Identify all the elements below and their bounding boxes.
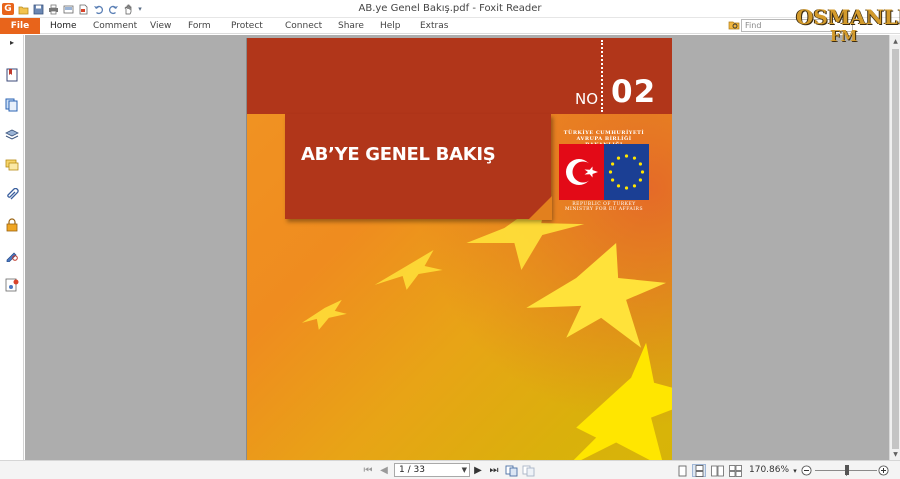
- facing-view-icon[interactable]: [710, 464, 724, 477]
- tab-file[interactable]: File: [0, 18, 40, 34]
- page-number-display: 1 / 33: [399, 465, 425, 475]
- watermark-line2: FM: [830, 27, 858, 45]
- dotted-divider: [601, 40, 603, 112]
- continuous-view-icon[interactable]: [692, 464, 706, 477]
- previous-view-icon[interactable]: [504, 464, 518, 477]
- scroll-thumb[interactable]: [892, 49, 899, 449]
- cover-title-box: AB’YE GENEL BAKIŞ: [285, 114, 552, 220]
- tab-comment[interactable]: Comment: [93, 18, 137, 34]
- last-page-icon[interactable]: ⏭: [488, 464, 500, 477]
- find-folder-icon[interactable]: [727, 19, 740, 32]
- tab-help[interactable]: Help: [380, 18, 401, 34]
- pages-icon[interactable]: [4, 97, 20, 113]
- security-icon[interactable]: [4, 217, 20, 233]
- foxit-reader-window: G ▾ AB.ye Genel Bakış.pdf - Foxit Reader…: [0, 0, 900, 479]
- ministry-logo: TÜRKİYE CUMHURİYETİ AVRUPA BİRLİĞİ BAKAN…: [559, 130, 649, 212]
- ministry-en-line2: MINISTRY FOR EU AFFAIRS: [564, 207, 644, 212]
- turkey-eu-flags-icon: [559, 144, 649, 200]
- cover-title: AB’YE GENEL BAKIŞ: [301, 144, 496, 165]
- ribbon-tabs: File Home Comment View Form Protect Conn…: [0, 18, 900, 34]
- bookmarks-icon[interactable]: [4, 67, 20, 83]
- issue-number-label: NO: [575, 90, 599, 108]
- next-view-icon[interactable]: [521, 464, 535, 477]
- next-page-icon[interactable]: ▶: [472, 464, 484, 477]
- find-placeholder: Find: [745, 21, 762, 30]
- tab-home[interactable]: Home: [50, 18, 77, 34]
- page-dropdown-icon[interactable]: ▼: [462, 464, 467, 476]
- signature-icon[interactable]: [4, 247, 20, 263]
- osmanli-fm-watermark: OSMANLI FM: [796, 5, 900, 45]
- continuous-facing-view-icon[interactable]: [728, 464, 742, 477]
- zoom-slider-thumb[interactable]: [845, 465, 849, 475]
- tab-form[interactable]: Form: [188, 18, 211, 34]
- layers-icon[interactable]: [4, 127, 20, 143]
- tab-view[interactable]: View: [150, 18, 171, 34]
- zoom-dropdown-icon[interactable]: ▾: [791, 464, 799, 477]
- expand-panel-icon[interactable]: ▸: [10, 38, 14, 47]
- cover-top-band: [247, 38, 672, 114]
- content-icon[interactable]: [4, 277, 20, 293]
- attachments-icon[interactable]: [4, 187, 20, 203]
- pdf-page: NO 02 AB’YE GENEL BAKIŞ TÜRKİYE CUMHURİY…: [246, 38, 672, 460]
- vertical-scrollbar[interactable]: ▲ ▼: [889, 35, 900, 460]
- window-title: AB.ye Genel Bakış.pdf - Foxit Reader: [358, 3, 542, 14]
- previous-page-icon[interactable]: ◀: [378, 464, 390, 477]
- scroll-down-icon[interactable]: ▼: [892, 451, 899, 459]
- page-number-field[interactable]: 1 / 33 ▼: [394, 463, 470, 477]
- comments-icon[interactable]: [4, 157, 20, 173]
- single-page-view-icon[interactable]: [676, 464, 688, 477]
- status-bar: ⏮ ◀ 1 / 33 ▼ ▶ ⏭ 170.86% ▾: [0, 460, 900, 479]
- tab-protect[interactable]: Protect: [231, 18, 263, 34]
- watermark-line1: OSMANLI: [796, 5, 900, 29]
- title-bar: G ▾ AB.ye Genel Bakış.pdf - Foxit Reader: [0, 0, 900, 18]
- tab-extras[interactable]: Extras: [420, 18, 448, 34]
- zoom-in-icon[interactable]: [877, 464, 889, 477]
- tab-share[interactable]: Share: [338, 18, 364, 34]
- title-box-corner: [528, 196, 552, 220]
- navigation-panel: ▸: [0, 35, 24, 460]
- tab-connect[interactable]: Connect: [285, 18, 322, 34]
- zoom-out-icon[interactable]: [800, 464, 812, 477]
- issue-number: 02: [611, 74, 657, 110]
- document-viewport[interactable]: NO 02 AB’YE GENEL BAKIŞ TÜRKİYE CUMHURİY…: [25, 35, 889, 460]
- zoom-level[interactable]: 170.86%: [749, 464, 789, 477]
- first-page-icon[interactable]: ⏮: [362, 464, 374, 477]
